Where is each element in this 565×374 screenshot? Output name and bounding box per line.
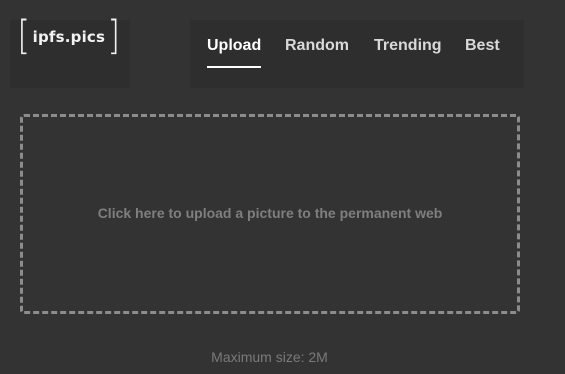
upload-dropzone[interactable]: Click here to upload a picture to the pe… <box>20 114 520 314</box>
site-logo[interactable]: [ ipfs.pics ] <box>16 13 122 59</box>
upload-prompt: Click here to upload a picture to the pe… <box>97 205 443 221</box>
logo-left-bracket: [ <box>17 13 31 59</box>
nav-random[interactable]: Random <box>285 36 349 70</box>
nav-trending[interactable]: Trending <box>374 36 442 70</box>
nav-best[interactable]: Best <box>465 36 500 70</box>
page: [ ipfs.pics ] Upload Random Trending Bes… <box>0 0 565 374</box>
logo-text: ipfs.pics <box>32 28 106 46</box>
logo-right-bracket: ] <box>107 13 121 59</box>
nav-upload[interactable]: Upload <box>207 36 262 70</box>
main-nav: Upload Random Trending Best <box>190 20 524 88</box>
max-size-note: Maximum size: 2M <box>211 349 328 365</box>
